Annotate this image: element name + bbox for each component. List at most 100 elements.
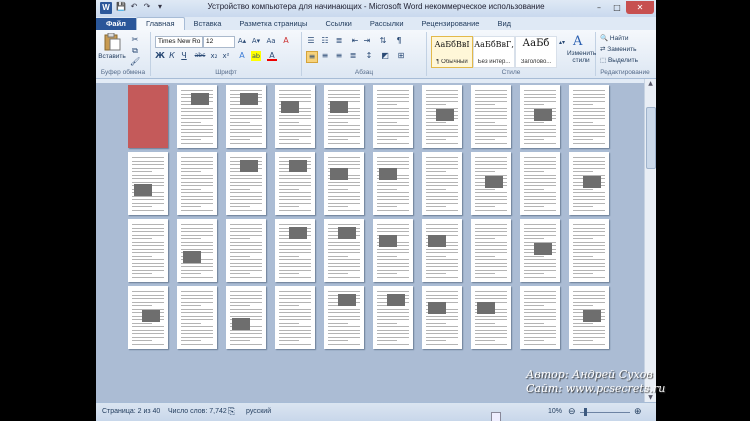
page-thumbnail[interactable]	[373, 286, 413, 349]
tab-review[interactable]: Рецензирование	[413, 18, 489, 30]
tab-file[interactable]: Файл	[96, 18, 136, 30]
document-area[interactable]	[96, 83, 645, 402]
multilevel-list-icon[interactable]: ≣	[334, 36, 344, 46]
zoom-out-icon[interactable]: ⊖	[568, 406, 576, 417]
align-left-icon[interactable]: ≡	[306, 51, 318, 63]
page-thumbnail[interactable]	[128, 152, 168, 215]
font-size-select[interactable]: 12	[203, 36, 235, 48]
word-app-icon[interactable]: W	[100, 2, 112, 14]
bold-button[interactable]: Ж	[155, 51, 165, 61]
italic-button[interactable]: К	[167, 51, 177, 61]
redo-icon[interactable]: ↷	[142, 2, 152, 12]
page-thumbnail[interactable]	[275, 219, 315, 282]
proofing-icon[interactable]: ⎘	[228, 406, 235, 417]
page-thumbnail[interactable]	[226, 286, 266, 349]
page-thumbnail[interactable]	[520, 286, 560, 349]
font-name-select[interactable]: Times New Ro	[155, 36, 203, 48]
align-right-icon[interactable]: ≡	[334, 51, 344, 61]
page-thumbnail[interactable]	[226, 85, 266, 148]
tab-insert[interactable]: Вставка	[185, 18, 231, 30]
scroll-up-icon[interactable]: ▲	[645, 79, 656, 88]
numbering-icon[interactable]: ☷	[320, 36, 330, 46]
change-styles-button[interactable]: A Изменить стили	[567, 34, 596, 66]
page-thumbnail[interactable]	[471, 219, 511, 282]
page-thumbnail[interactable]	[471, 286, 511, 349]
change-case-button[interactable]: Aa	[265, 36, 277, 46]
page-thumbnail[interactable]	[177, 85, 217, 148]
page-thumbnail[interactable]	[520, 152, 560, 215]
page-thumbnail[interactable]	[520, 219, 560, 282]
select-button[interactable]: ⬚ Выделить	[600, 56, 638, 64]
scroll-thumb[interactable]	[646, 107, 656, 169]
word-count[interactable]: Число слов: 7,742	[168, 408, 227, 415]
style-normal[interactable]: АаБбВвІ ¶ Обычный	[431, 36, 473, 68]
undo-icon[interactable]: ↶	[129, 2, 139, 12]
page-counter[interactable]: Страница: 2 из 40	[102, 408, 160, 415]
language-indicator[interactable]: русский	[246, 408, 271, 415]
format-painter-icon[interactable]: 🖌	[130, 57, 140, 67]
page-thumbnail[interactable]	[177, 286, 217, 349]
tab-references[interactable]: Ссылки	[316, 18, 360, 30]
page-thumbnail[interactable]	[177, 152, 217, 215]
page-thumbnail[interactable]	[471, 85, 511, 148]
page-thumbnail[interactable]	[569, 152, 609, 215]
page-thumbnail[interactable]	[422, 85, 462, 148]
customize-qat-icon[interactable]: ▾	[155, 2, 165, 12]
page-thumbnail[interactable]	[275, 286, 315, 349]
bullets-icon[interactable]: ☰	[306, 36, 316, 46]
decrease-indent-icon[interactable]: ⇤	[350, 36, 360, 46]
tab-view[interactable]: Вид	[488, 18, 520, 30]
page-thumbnail[interactable]	[569, 85, 609, 148]
increase-indent-icon[interactable]: ⇥	[362, 36, 372, 46]
subscript-button[interactable]: x₂	[209, 51, 219, 61]
replace-button[interactable]: ⇄ Заменить	[600, 45, 636, 53]
tab-mailings[interactable]: Рассылки	[361, 18, 413, 30]
draft-icon[interactable]	[491, 412, 501, 421]
page-thumbnail[interactable]	[128, 286, 168, 349]
page-thumbnail[interactable]	[128, 219, 168, 282]
zoom-slider[interactable]	[580, 412, 630, 413]
text-effects-icon[interactable]: A	[237, 51, 247, 61]
page-thumbnail[interactable]	[422, 152, 462, 215]
sort-icon[interactable]: ⇅	[378, 36, 388, 46]
page-thumbnail[interactable]	[275, 85, 315, 148]
shrink-font-button[interactable]: A▾	[250, 36, 262, 46]
save-icon[interactable]: 💾	[116, 2, 126, 12]
superscript-button[interactable]: x²	[221, 51, 231, 61]
cut-icon[interactable]: ✂	[130, 35, 140, 45]
zoom-in-icon[interactable]: ⊕	[634, 406, 642, 417]
line-spacing-icon[interactable]: ↕	[364, 51, 374, 61]
zoom-slider-thumb[interactable]	[584, 408, 587, 416]
tab-home[interactable]: Главная	[135, 17, 185, 30]
style-heading[interactable]: АаБб Заголово...	[515, 36, 557, 68]
justify-icon[interactable]: ≣	[348, 51, 358, 61]
zoom-level[interactable]: 10%	[548, 408, 562, 415]
page-thumbnail[interactable]	[422, 286, 462, 349]
page-thumbnail[interactable]	[520, 85, 560, 148]
page-thumbnail[interactable]	[422, 219, 462, 282]
page-thumbnail[interactable]	[226, 219, 266, 282]
font-color-button[interactable]: A	[267, 51, 277, 61]
page-thumbnail[interactable]	[373, 152, 413, 215]
page-thumbnail[interactable]	[128, 85, 168, 148]
page-thumbnail[interactable]	[275, 152, 315, 215]
page-thumbnail[interactable]	[324, 85, 364, 148]
page-thumbnail[interactable]	[324, 219, 364, 282]
highlight-button[interactable]: ab	[251, 51, 261, 61]
page-thumbnail[interactable]	[324, 286, 364, 349]
maximize-button[interactable]: □	[608, 1, 626, 14]
copy-icon[interactable]: ⧉	[130, 46, 140, 56]
page-thumbnail[interactable]	[324, 152, 364, 215]
clear-format-icon[interactable]: A	[281, 36, 291, 46]
paste-button[interactable]: Вставить	[98, 33, 126, 67]
page-thumbnail[interactable]	[373, 85, 413, 148]
page-thumbnail[interactable]	[471, 152, 511, 215]
styles-scroll-icon[interactable]: ▴▾	[557, 38, 567, 48]
page-thumbnail[interactable]	[177, 219, 217, 282]
pilcrow-icon[interactable]: ¶	[394, 36, 404, 46]
find-button[interactable]: 🔍 Найти	[600, 34, 628, 42]
page-thumbnail[interactable]	[569, 219, 609, 282]
tab-page-layout[interactable]: Разметка страницы	[230, 18, 316, 30]
underline-button[interactable]: Ч	[179, 51, 189, 61]
style-no-spacing[interactable]: АаБбВвГ, Без интер...	[473, 36, 515, 68]
